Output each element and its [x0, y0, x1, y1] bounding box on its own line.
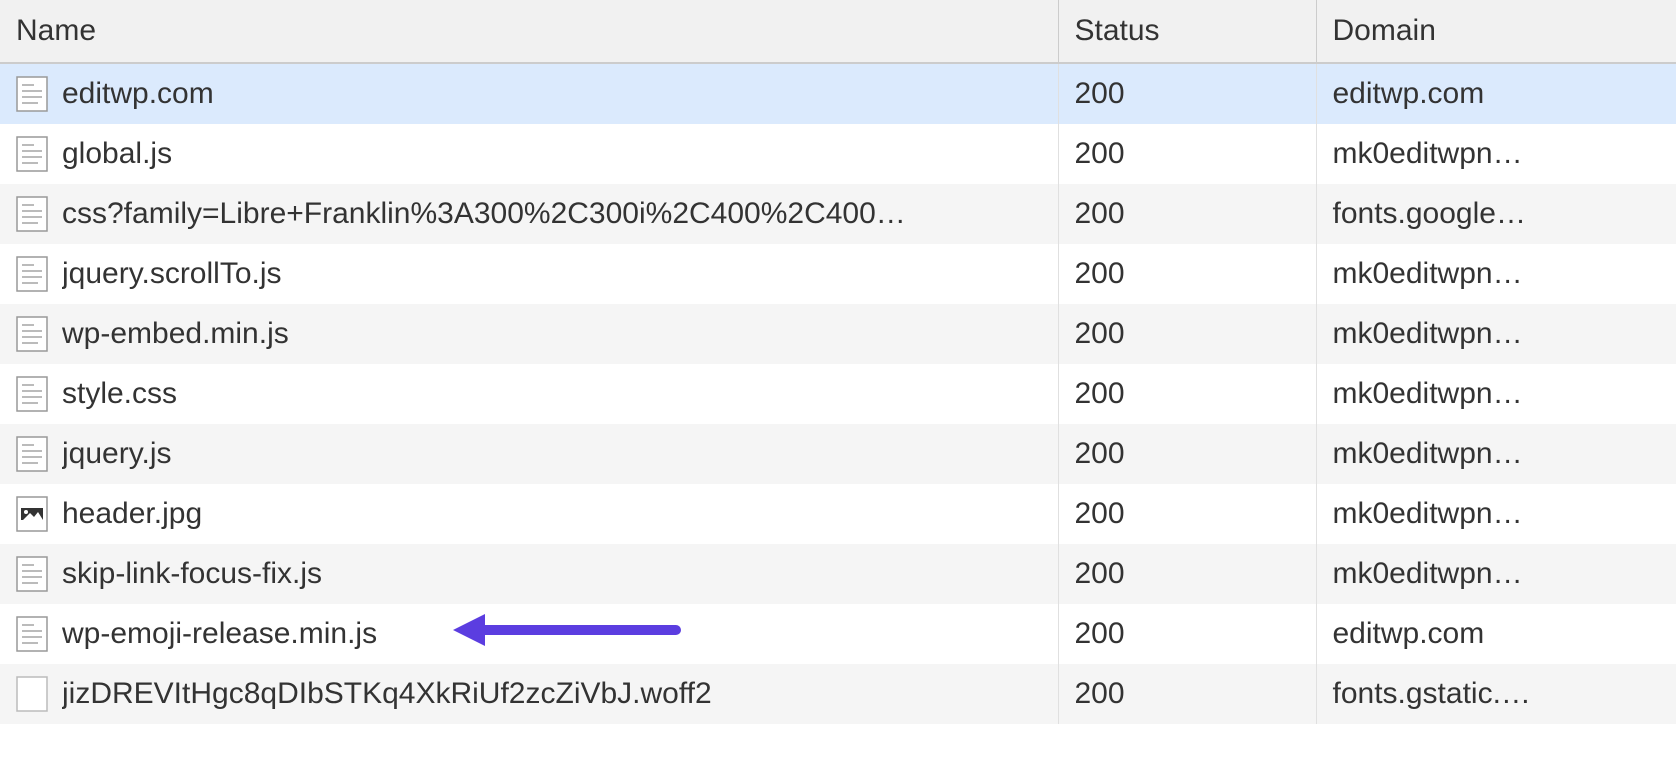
- cell-domain: mk0editwpn…: [1316, 424, 1676, 484]
- cell-status: 200: [1058, 664, 1316, 724]
- table-row[interactable]: style.css 200mk0editwpn…: [0, 364, 1676, 424]
- cell-name[interactable]: global.js: [0, 124, 1058, 184]
- document-icon: [16, 256, 48, 292]
- table-header-row: Name Status Domain: [0, 0, 1676, 63]
- file-name: skip-link-focus-fix.js: [62, 557, 322, 591]
- cell-status: 200: [1058, 184, 1316, 244]
- image-icon: [16, 496, 48, 532]
- table-row[interactable]: jizDREVItHgc8qDIbSTKq4XkRiUf2zcZiVbJ.wof…: [0, 664, 1676, 724]
- cell-name[interactable]: jizDREVItHgc8qDIbSTKq4XkRiUf2zcZiVbJ.wof…: [0, 664, 1058, 724]
- document-icon: [16, 136, 48, 172]
- cell-name[interactable]: header.jpg: [0, 484, 1058, 544]
- document-icon: [16, 76, 48, 112]
- table-row[interactable]: css?family=Libre+Franklin%3A300%2C300i%2…: [0, 184, 1676, 244]
- cell-status: 200: [1058, 304, 1316, 364]
- blank-icon: [16, 676, 48, 712]
- cell-name[interactable]: editwp.com: [0, 63, 1058, 124]
- cell-domain: fonts.gstatic.…: [1316, 664, 1676, 724]
- column-header-domain[interactable]: Domain: [1316, 0, 1676, 63]
- cell-status: 200: [1058, 484, 1316, 544]
- column-header-status[interactable]: Status: [1058, 0, 1316, 63]
- cell-name[interactable]: jquery.js: [0, 424, 1058, 484]
- table-row[interactable]: editwp.com200editwp.com: [0, 63, 1676, 124]
- file-name: global.js: [62, 137, 172, 171]
- cell-domain: editwp.com: [1316, 63, 1676, 124]
- file-name: style.css: [62, 377, 177, 411]
- network-table: Name Status Domain editwp.com200editwp.c…: [0, 0, 1676, 724]
- document-icon: [16, 196, 48, 232]
- cell-domain: mk0editwpn…: [1316, 364, 1676, 424]
- cell-status: 200: [1058, 244, 1316, 304]
- cell-domain: mk0editwpn…: [1316, 124, 1676, 184]
- cell-name[interactable]: style.css: [0, 364, 1058, 424]
- cell-name[interactable]: css?family=Libre+Franklin%3A300%2C300i%2…: [0, 184, 1058, 244]
- cell-domain: editwp.com: [1316, 604, 1676, 664]
- cell-name[interactable]: wp-emoji-release.min.js: [0, 604, 1058, 664]
- cell-domain: mk0editwpn…: [1316, 484, 1676, 544]
- table-row[interactable]: wp-embed.min.js 200mk0editwpn…: [0, 304, 1676, 364]
- table-row[interactable]: global.js 200mk0editwpn…: [0, 124, 1676, 184]
- table-row[interactable]: jquery.scrollTo.js 200mk0editwpn…: [0, 244, 1676, 304]
- file-name: css?family=Libre+Franklin%3A300%2C300i%2…: [62, 197, 906, 231]
- cell-status: 200: [1058, 364, 1316, 424]
- file-name: editwp.com: [62, 77, 214, 111]
- cell-domain: mk0editwpn…: [1316, 544, 1676, 604]
- cell-status: 200: [1058, 124, 1316, 184]
- cell-status: 200: [1058, 604, 1316, 664]
- column-header-name[interactable]: Name: [0, 0, 1058, 63]
- cell-status: 200: [1058, 544, 1316, 604]
- table-row[interactable]: wp-emoji-release.min.js 200editwp.com: [0, 604, 1676, 664]
- document-icon: [16, 556, 48, 592]
- document-icon: [16, 316, 48, 352]
- file-name: jquery.scrollTo.js: [62, 257, 282, 291]
- file-name: jizDREVItHgc8qDIbSTKq4XkRiUf2zcZiVbJ.wof…: [62, 677, 712, 711]
- cell-status: 200: [1058, 63, 1316, 124]
- file-name: wp-embed.min.js: [62, 317, 289, 351]
- document-icon: [16, 376, 48, 412]
- cell-name[interactable]: jquery.scrollTo.js: [0, 244, 1058, 304]
- file-name: jquery.js: [62, 437, 171, 471]
- cell-status: 200: [1058, 424, 1316, 484]
- table-row[interactable]: jquery.js 200mk0editwpn…: [0, 424, 1676, 484]
- file-name: header.jpg: [62, 497, 202, 531]
- table-row[interactable]: header.jpg 200mk0editwpn…: [0, 484, 1676, 544]
- cell-name[interactable]: wp-embed.min.js: [0, 304, 1058, 364]
- document-icon: [16, 436, 48, 472]
- document-icon: [16, 616, 48, 652]
- cell-domain: mk0editwpn…: [1316, 304, 1676, 364]
- cell-name[interactable]: skip-link-focus-fix.js: [0, 544, 1058, 604]
- cell-domain: mk0editwpn…: [1316, 244, 1676, 304]
- table-row[interactable]: skip-link-focus-fix.js 200mk0editwpn…: [0, 544, 1676, 604]
- file-name: wp-emoji-release.min.js: [62, 617, 377, 651]
- cell-domain: fonts.google…: [1316, 184, 1676, 244]
- arrow-left-icon: [451, 610, 681, 658]
